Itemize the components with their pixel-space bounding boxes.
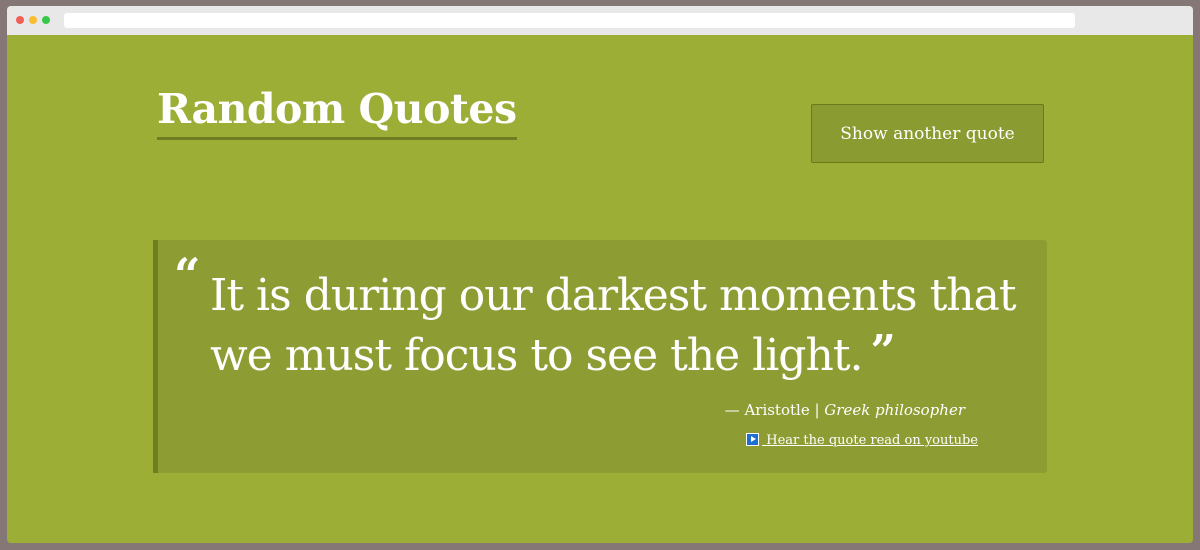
close-quote-mark: ”: [870, 326, 895, 377]
youtube-link[interactable]: Hear the quote read on youtube: [746, 433, 978, 448]
quote-box: “ It is during our darkest moments that …: [153, 240, 1047, 473]
quote-attribution: — Aristotle | Greek philosopher: [725, 401, 965, 419]
maximize-window-dot[interactable]: [42, 16, 50, 24]
browser-window: Random Quotes Show another quote “ It is…: [7, 6, 1193, 543]
quote-text-block: It is during our darkest moments that we…: [210, 266, 1030, 386]
address-bar[interactable]: [64, 13, 1075, 28]
show-another-quote-button[interactable]: Show another quote: [811, 104, 1044, 163]
page-content: Random Quotes Show another quote “ It is…: [7, 35, 1193, 543]
youtube-link-label: Hear the quote read on youtube: [762, 433, 978, 448]
play-icon: [746, 433, 760, 446]
page-title: Random Quotes: [157, 83, 517, 140]
quote-author: Aristotle: [744, 401, 810, 419]
author-role: Greek philosopher: [824, 401, 965, 419]
close-window-dot[interactable]: [16, 16, 24, 24]
minimize-window-dot[interactable]: [29, 16, 37, 24]
browser-toolbar: [7, 6, 1193, 35]
attribution-dash: —: [724, 401, 745, 419]
attribution-separator: |: [809, 401, 825, 419]
open-quote-mark: “: [174, 248, 201, 302]
